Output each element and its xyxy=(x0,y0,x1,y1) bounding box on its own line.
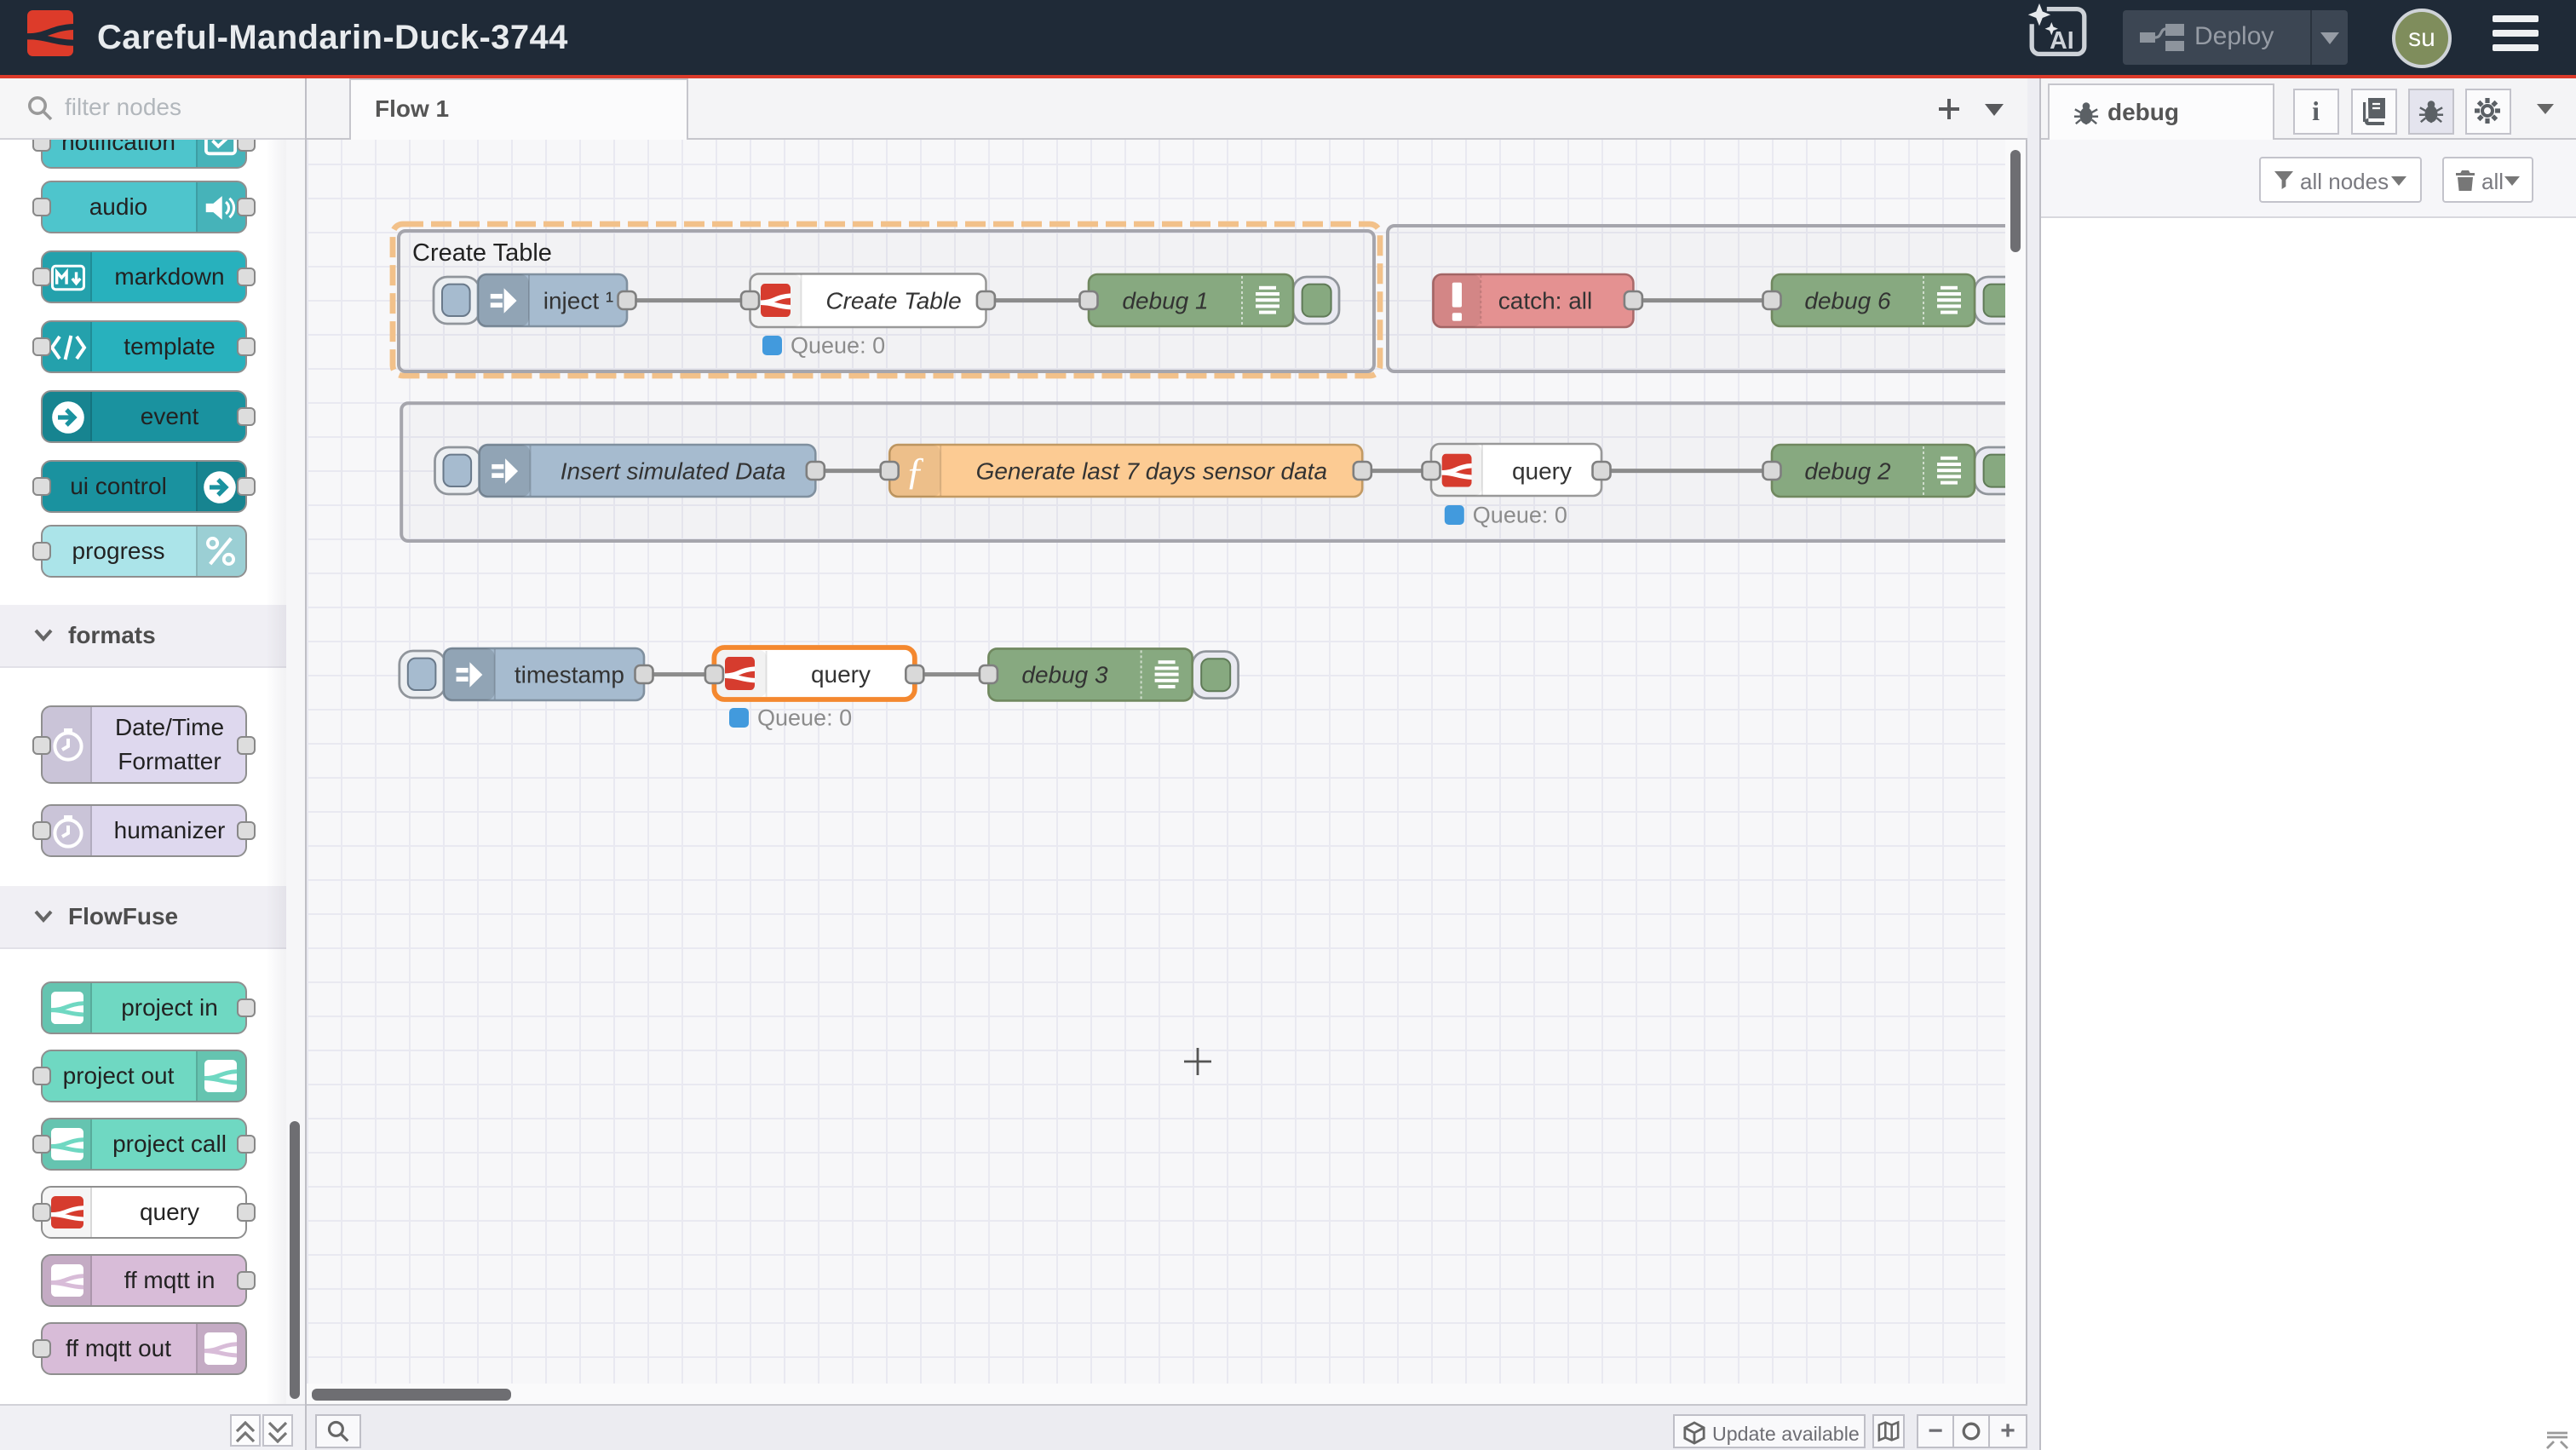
svg-text:Queue: 0: Queue: 0 xyxy=(791,333,885,359)
svg-text:ƒ: ƒ xyxy=(906,449,925,492)
svg-text:timestamp: timestamp xyxy=(515,662,624,688)
svg-text:query: query xyxy=(811,661,871,688)
svg-text:Queue: 0: Queue: 0 xyxy=(1473,503,1567,528)
svg-text:inject ¹: inject ¹ xyxy=(543,288,613,314)
svg-text:query: query xyxy=(1512,458,1572,485)
svg-text:debug 6: debug 6 xyxy=(1804,288,1891,314)
svg-text:Generate last 7 days sensor da: Generate last 7 days sensor data xyxy=(976,458,1327,485)
svg-text:Create Table: Create Table xyxy=(412,239,552,267)
svg-text:Insert simulated Data: Insert simulated Data xyxy=(561,458,786,485)
svg-text:debug 3: debug 3 xyxy=(1021,662,1108,688)
svg-text:debug 2: debug 2 xyxy=(1804,458,1891,485)
svg-text:debug 1: debug 1 xyxy=(1122,288,1208,314)
svg-text:catch: all: catch: all xyxy=(1498,288,1593,314)
svg-text:Create Table: Create Table xyxy=(825,288,961,314)
svg-text:Queue: 0: Queue: 0 xyxy=(757,705,852,731)
svg-text:AI: AI xyxy=(2050,27,2074,55)
